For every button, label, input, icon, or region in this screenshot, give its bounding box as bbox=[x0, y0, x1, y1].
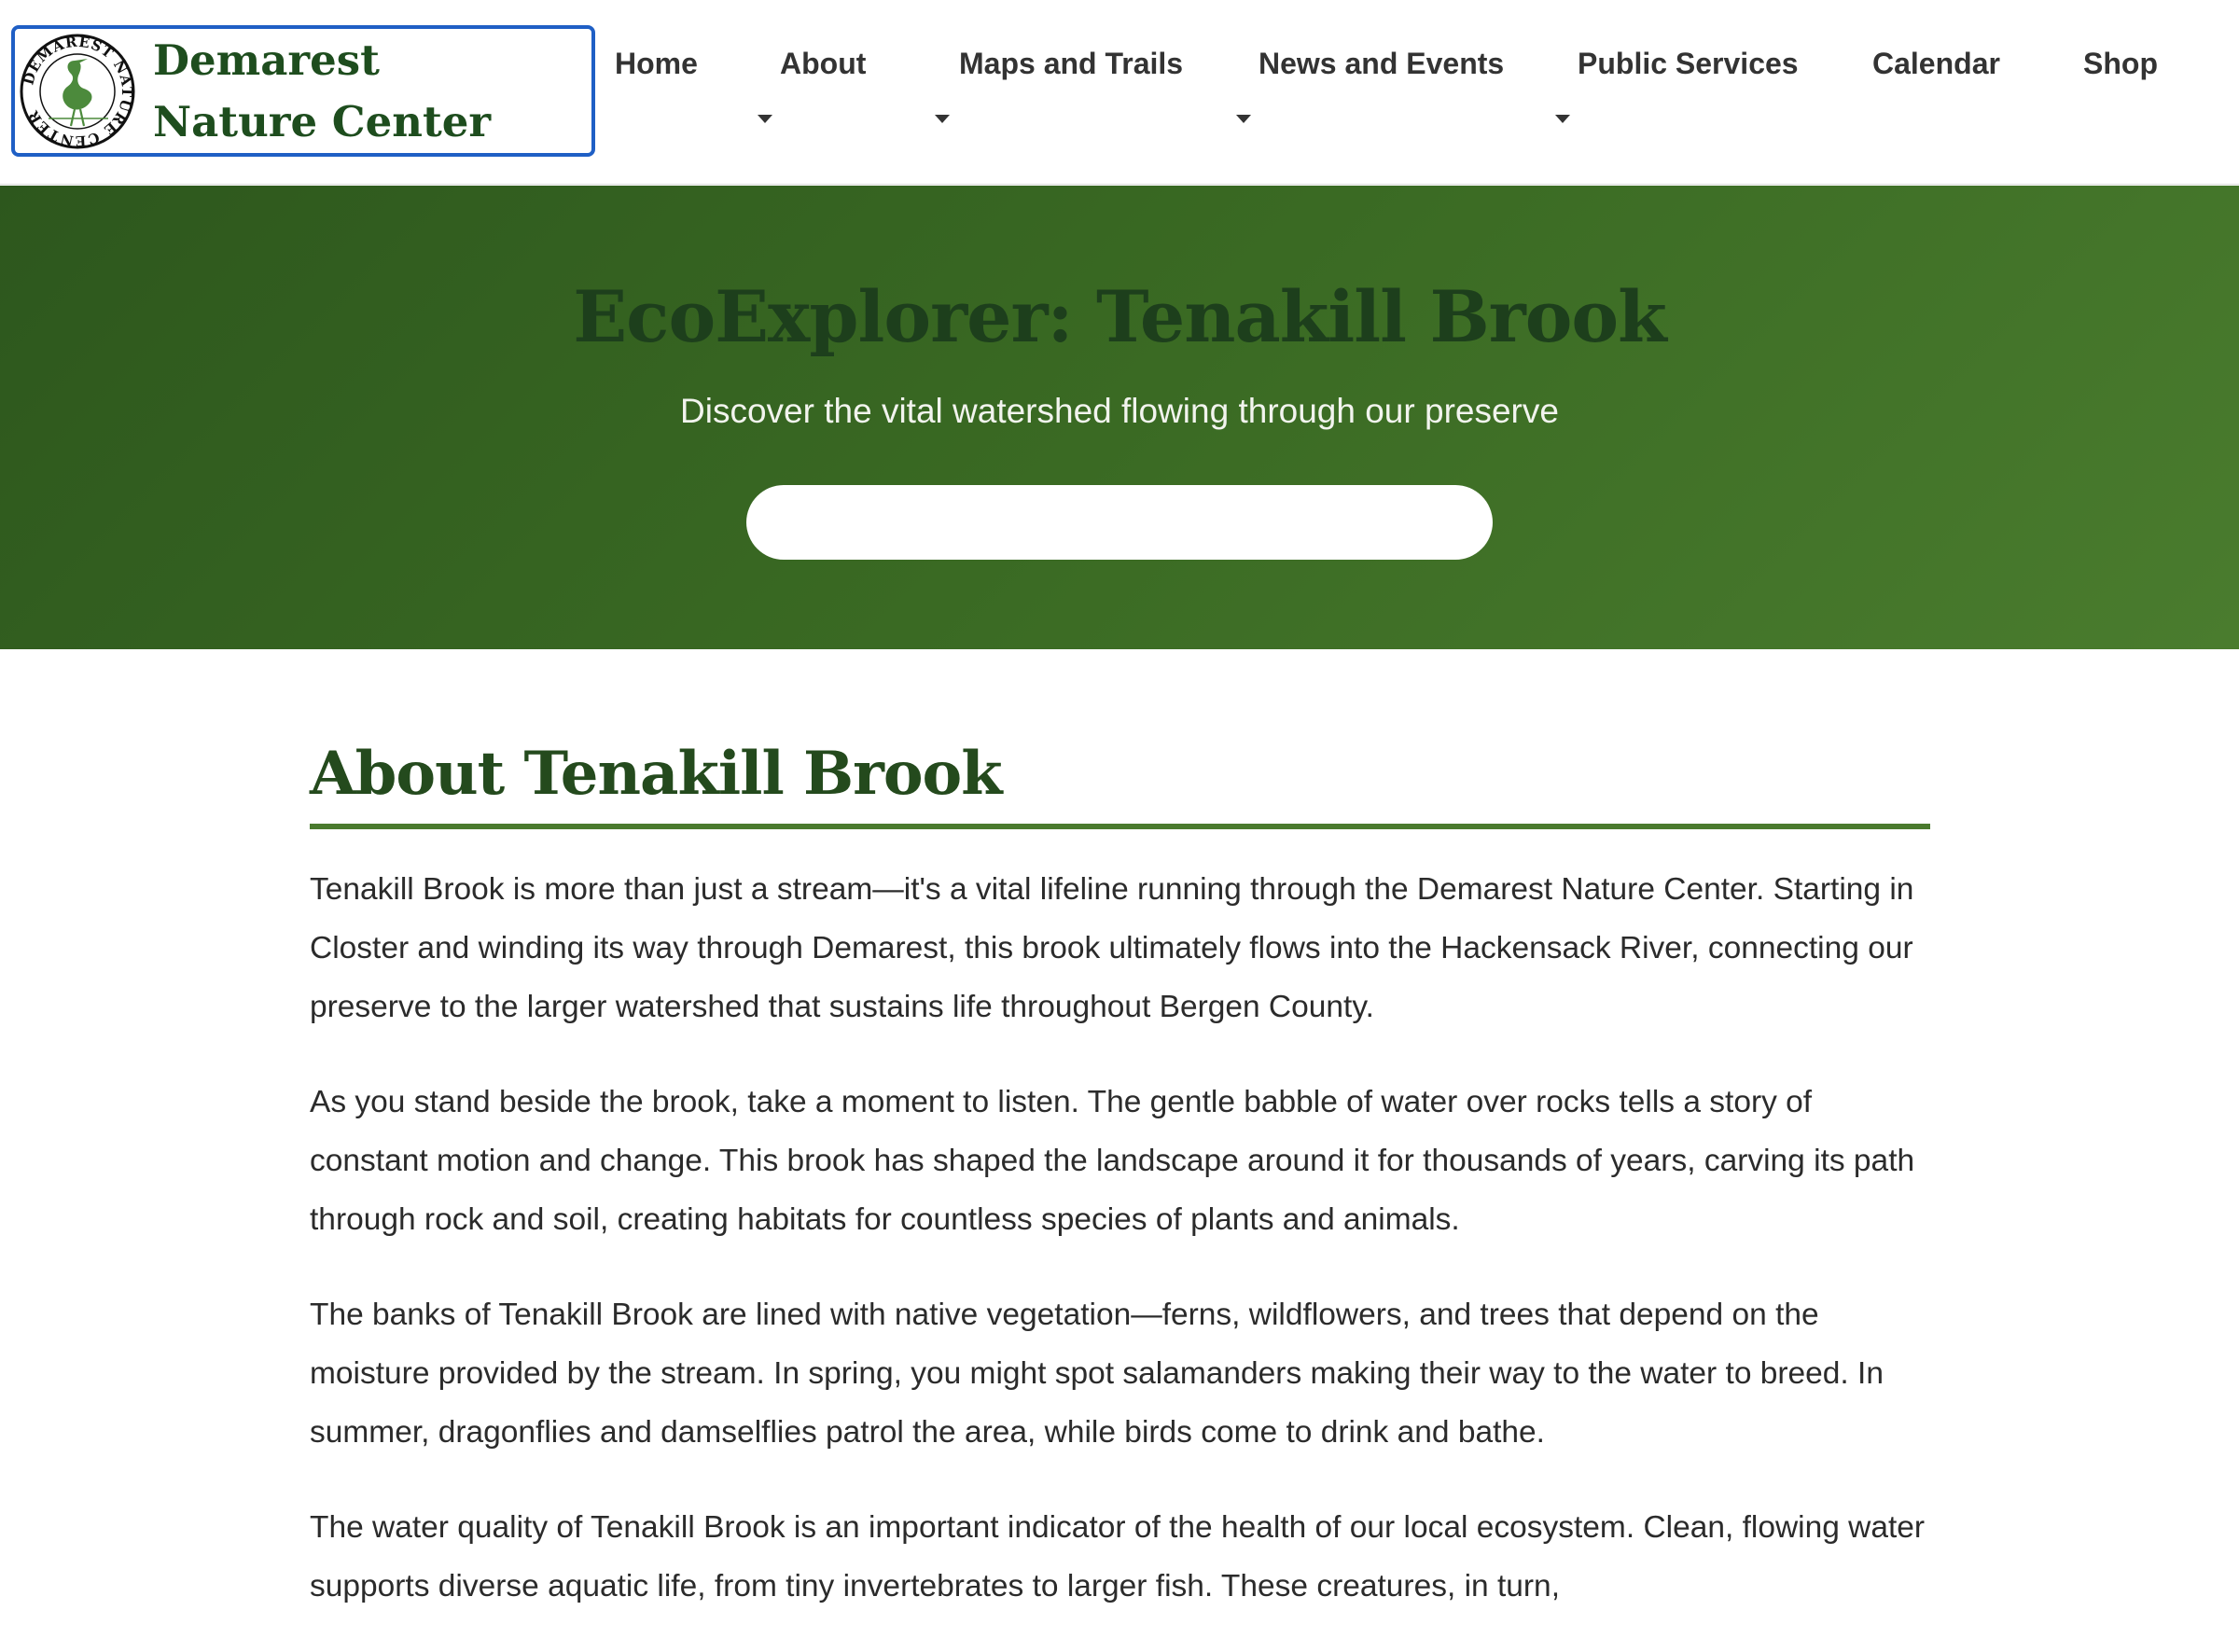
site-header: DEMAREST NATURE CENTER Demarest Nature C… bbox=[0, 0, 2239, 185]
hero-title: EcoExplorer: Tenakill Brook bbox=[573, 275, 1667, 358]
hero-search-input[interactable] bbox=[746, 485, 1493, 560]
brand-name: Demarest Nature Center bbox=[153, 35, 492, 146]
heron-seal-icon: DEMAREST NATURE CENTER bbox=[20, 33, 135, 149]
paragraph: Tenakill Brook is more than just a strea… bbox=[310, 872, 1914, 1024]
nav-public-services[interactable]: Public Services bbox=[1578, 47, 1799, 81]
nav-about[interactable]: About bbox=[780, 47, 866, 81]
news-and-events-dropdown-caret-icon[interactable] bbox=[1236, 115, 1251, 123]
nav-shop[interactable]: Shop bbox=[2083, 47, 2158, 81]
paragraph: As you stand beside the brook, take a mo… bbox=[310, 1085, 1915, 1237]
hero-subtitle: Discover the vital watershed flowing thr… bbox=[680, 392, 1559, 430]
paragraph: The water quality of Tenakill Brook is a… bbox=[310, 1510, 1926, 1603]
brand-home-link[interactable]: DEMAREST NATURE CENTER Demarest Nature C… bbox=[11, 25, 595, 157]
about-dropdown-caret-icon[interactable] bbox=[758, 115, 772, 123]
maps-and-trails-dropdown-caret-icon[interactable] bbox=[935, 115, 950, 123]
nav-home[interactable]: Home bbox=[615, 47, 698, 81]
nav-calendar[interactable]: Calendar bbox=[1872, 47, 2000, 81]
public-services-dropdown-caret-icon[interactable] bbox=[1555, 115, 1570, 123]
nav-news-and-events[interactable]: News and Events bbox=[1259, 47, 1504, 81]
section-divider bbox=[310, 824, 1930, 829]
paragraph: The banks of Tenakill Brook are lined wi… bbox=[310, 1298, 1884, 1450]
nav-maps-and-trails[interactable]: Maps and Trails bbox=[959, 47, 1183, 81]
section-title: About Tenakill Brook bbox=[310, 739, 1003, 809]
main-content: Tenakill Brook is more than just a strea… bbox=[310, 860, 1930, 1652]
